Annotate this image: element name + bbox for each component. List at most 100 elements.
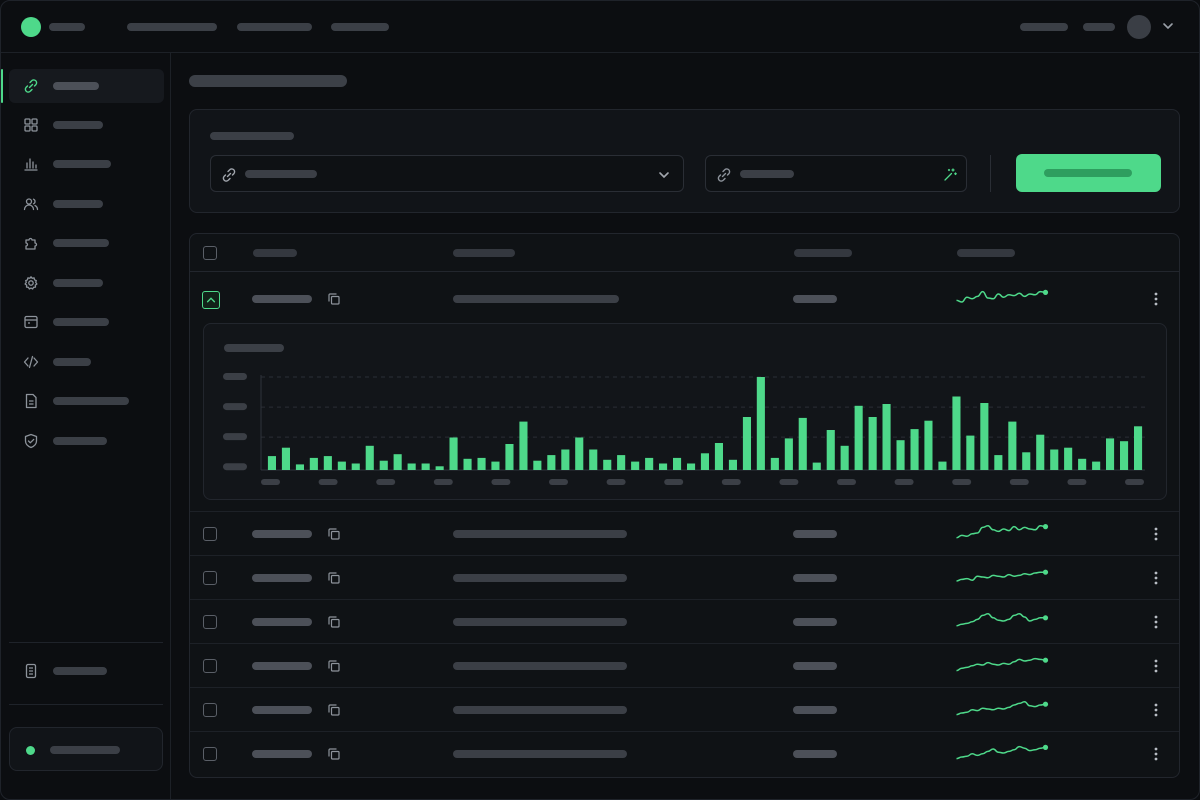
chart-bar[interactable] (323, 456, 332, 470)
more-options-icon[interactable] (1152, 746, 1160, 762)
more-options-icon[interactable] (1152, 570, 1160, 586)
destination-select[interactable] (210, 155, 684, 192)
copy-icon[interactable] (327, 747, 341, 761)
table-row[interactable] (190, 732, 1179, 777)
link-name[interactable] (252, 295, 312, 303)
chart-bar[interactable] (770, 457, 779, 470)
chart-bar[interactable] (840, 445, 849, 470)
chart-bar[interactable] (477, 457, 486, 470)
destination-url[interactable] (453, 295, 619, 303)
table-row[interactable] (190, 512, 1179, 556)
chart-bar[interactable] (519, 421, 528, 470)
destination-url[interactable] (453, 530, 627, 538)
column-header[interactable] (453, 249, 515, 257)
chart-bar[interactable] (687, 463, 696, 471)
chart-bar[interactable] (1036, 434, 1045, 470)
table-row[interactable] (190, 644, 1179, 688)
link-name[interactable] (252, 574, 312, 582)
chart-bar[interactable] (505, 444, 514, 470)
more-options-icon[interactable] (1152, 702, 1160, 718)
chart-bar[interactable] (826, 430, 835, 470)
sidebar-item-analytics[interactable] (9, 147, 164, 181)
more-options-icon[interactable] (1152, 614, 1160, 630)
link-name[interactable] (252, 662, 312, 670)
row-checkbox[interactable] (203, 747, 217, 761)
more-options-icon[interactable] (1152, 526, 1160, 542)
chart-bar[interactable] (1092, 461, 1101, 470)
chart-bar[interactable] (854, 405, 863, 470)
chart-bar[interactable] (393, 454, 402, 470)
chart-bar[interactable] (924, 420, 933, 470)
chart-bar[interactable] (966, 435, 975, 470)
copy-icon[interactable] (327, 615, 341, 629)
destination-url[interactable] (453, 662, 627, 670)
top-link-2[interactable] (1083, 23, 1115, 31)
chevron-down-icon[interactable] (1161, 19, 1175, 33)
chart-bar[interactable] (603, 459, 612, 470)
collapse-row-button[interactable] (202, 291, 220, 309)
chart-bar[interactable] (742, 417, 751, 470)
chart-bar[interactable] (1050, 449, 1059, 471)
copy-icon[interactable] (327, 703, 341, 717)
chart-bar[interactable] (784, 438, 793, 470)
more-options-icon[interactable] (1152, 658, 1160, 674)
table-row[interactable] (190, 600, 1179, 644)
chart-bar[interactable] (882, 404, 891, 470)
link-name[interactable] (252, 706, 312, 714)
select-all-checkbox[interactable] (203, 246, 217, 260)
chart-bar[interactable] (812, 462, 821, 470)
chart-bar[interactable] (938, 461, 947, 470)
chart-bar[interactable] (868, 417, 877, 470)
top-nav-item-2[interactable] (237, 23, 312, 31)
sidebar-item-users[interactable] (9, 187, 164, 221)
link-name[interactable] (252, 618, 312, 626)
column-header[interactable] (794, 249, 852, 257)
destination-url[interactable] (453, 706, 627, 714)
chart-bar[interactable] (561, 449, 570, 471)
chart-bar[interactable] (533, 460, 542, 470)
table-row[interactable] (190, 272, 1179, 512)
sidebar-item-dashboard[interactable] (9, 108, 164, 142)
chart-bar[interactable] (1134, 426, 1143, 470)
copy-icon[interactable] (327, 292, 341, 306)
top-link-1[interactable] (1020, 23, 1068, 31)
chart-bar[interactable] (1064, 447, 1073, 470)
chart-bar[interactable] (994, 455, 1003, 470)
chart-bar[interactable] (547, 455, 556, 470)
link-name[interactable] (252, 750, 312, 758)
row-checkbox[interactable] (203, 703, 217, 717)
row-checkbox[interactable] (203, 571, 217, 585)
chart-bar[interactable] (421, 463, 430, 471)
column-header[interactable] (253, 249, 297, 257)
chart-bar[interactable] (365, 445, 374, 470)
chart-bar[interactable] (337, 461, 346, 470)
chart-bar[interactable] (756, 377, 765, 470)
chart-bar[interactable] (1022, 452, 1031, 470)
chart-bar[interactable] (407, 463, 416, 471)
chart-bar[interactable] (714, 443, 723, 470)
chart-bar[interactable] (617, 455, 626, 470)
chart-bar[interactable] (798, 417, 807, 470)
chart-bar[interactable] (952, 396, 961, 471)
chart-bar[interactable] (1106, 438, 1115, 470)
chart-bar[interactable] (910, 429, 919, 470)
sidebar-item-apps[interactable] (9, 305, 164, 339)
chart-bar[interactable] (435, 466, 444, 470)
destination-url[interactable] (453, 618, 627, 626)
chart-bar[interactable] (379, 460, 388, 470)
logo[interactable] (21, 17, 41, 37)
chart-bar[interactable] (1008, 421, 1017, 470)
sidebar-item-integrations[interactable] (9, 226, 164, 260)
top-nav-item-3[interactable] (331, 23, 389, 31)
chart-bar[interactable] (631, 461, 640, 470)
row-checkbox[interactable] (203, 527, 217, 541)
chart-bar[interactable] (575, 437, 584, 471)
short-link-input[interactable] (705, 155, 967, 192)
destination-url[interactable] (453, 750, 627, 758)
chart-bar[interactable] (700, 453, 709, 470)
chart-bar[interactable] (645, 457, 654, 470)
sidebar-item-docs[interactable] (9, 384, 164, 418)
more-options-icon[interactable] (1152, 291, 1160, 307)
chart-bar[interactable] (1078, 458, 1087, 470)
chart-bar[interactable] (1120, 441, 1129, 470)
